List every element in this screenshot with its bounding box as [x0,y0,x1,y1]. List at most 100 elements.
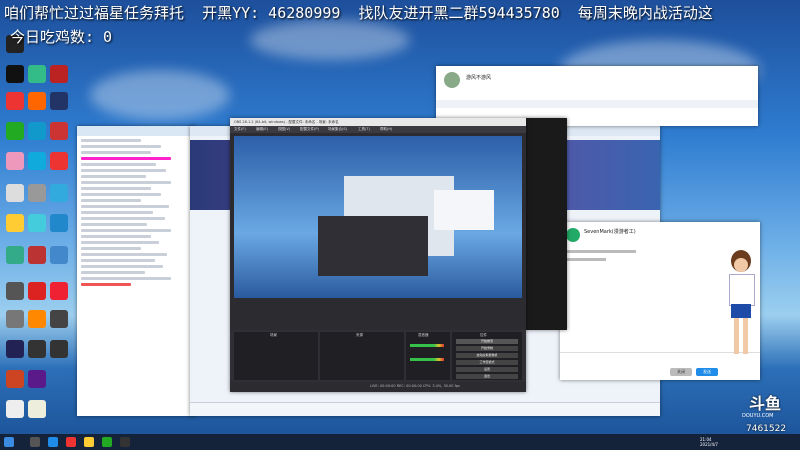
obs-controls-panel[interactable]: 控件 开始推流 开始录制 启动虚拟摄像机 工作室模式 设置 退出 [452,332,522,380]
qq-group-window[interactable] [77,126,195,416]
virtual-camera-button[interactable]: 启动虚拟摄像机 [456,353,518,358]
obs-menu-profile[interactable]: 配置文件(P) [300,127,319,132]
chat-contact-name: SevenMark(漫游者工) [584,229,636,235]
desktop-icon-26[interactable] [50,65,68,83]
desktop-icon-29[interactable] [50,152,68,170]
audio-meter-2 [410,358,444,361]
obs-menu-tools[interactable]: 工具(T) [358,127,370,132]
obs-menubar[interactable]: 文件(F) 编辑(E) 视图(V) 配置文件(P) 场景集合(S) 工具(T) … [230,126,526,133]
chat-line [566,250,636,253]
stream-marquee: 咱们帮忙过过福星任务拜托 开黑YY: 46280999 找队友进开黑二群5944… [4,4,713,22]
obs-menu-view[interactable]: 视图(V) [278,127,290,132]
desktop-icon-33[interactable] [50,282,68,300]
group-list-line [81,145,161,148]
obs-status-bar: LIVE: 00:00:00 REC: 00:00:00 CPU: 3.4%, … [370,384,460,388]
obs-preview[interactable] [234,136,522,298]
group-list-line [81,151,151,154]
viewer-count: 7461522 [746,424,787,434]
chat-avatar[interactable] [566,228,580,242]
desktop-icon-7[interactable] [6,214,24,232]
desktop-icon-13[interactable] [6,400,24,418]
group-list-line [81,163,156,166]
qq-main-footer [190,402,660,416]
taskbar-date[interactable]: 2021/4/7 [700,442,718,447]
desktop-icon-25[interactable] [28,400,46,418]
group-list-line [81,181,171,184]
desktop-icon-9[interactable] [6,282,24,300]
taskbar-app-icon[interactable] [30,437,40,447]
group-list-line [81,187,151,190]
desktop-icon-14[interactable] [28,65,46,83]
chat-line [566,258,606,261]
close-button[interactable]: 关闭 [670,368,692,376]
studio-mode-button[interactable]: 工作室模式 [456,360,518,365]
douyu-logo: 斗鱼 [748,394,781,413]
desktop-icon-27[interactable] [50,92,68,110]
desktop-icon-2[interactable] [6,65,24,83]
desktop-icon-17[interactable] [28,152,46,170]
desktop-icon-20[interactable] [28,246,46,264]
taskbar-app-icon[interactable] [120,437,130,447]
taskbar-app-icon[interactable] [66,437,76,447]
desktop-icon-3[interactable] [6,92,24,110]
obs-sources-panel[interactable]: 来源 [320,332,404,380]
taskbar-app-icon[interactable] [102,437,112,447]
desktop-icon-32[interactable] [50,246,68,264]
group-list-line [81,199,141,202]
qq-group-titlebar[interactable] [77,126,195,136]
obs-menu-file[interactable]: 文件(F) [234,127,246,132]
group-list-line [81,241,159,244]
settings-button[interactable]: 设置 [456,367,518,372]
group-list-line [81,211,153,214]
obs-scenes-panel[interactable]: 场景 [234,332,318,380]
group-list-line [81,229,171,232]
desktop-icon-8[interactable] [6,246,24,264]
obs-titlebar[interactable]: OBS 26.1.2 (64-bit, windows) - 配置文件: 未命名… [230,118,526,126]
preview-nested-profile [434,190,494,230]
group-list-line [81,277,171,280]
desktop-icon-24[interactable] [28,370,46,388]
start-streaming-button[interactable]: 开始推流 [456,339,518,344]
obs-mixer-panel[interactable]: 混音器 [406,332,450,380]
small-dark-window[interactable] [525,118,567,330]
start-recording-button[interactable]: 开始录制 [456,346,518,351]
group-list-line [81,247,141,250]
desktop-icon-30[interactable] [50,184,68,202]
desktop-icon-11[interactable] [6,340,24,358]
obs-controls-label: 控件 [480,333,487,337]
group-list-line [81,139,141,142]
desktop-icon-31[interactable] [50,214,68,232]
profile-avatar[interactable] [444,72,460,88]
desktop-icon-6[interactable] [6,184,24,202]
start-icon[interactable] [4,437,14,447]
send-button[interactable]: 发送 [696,368,718,376]
desktop-icon-21[interactable] [28,282,46,300]
group-list-line [81,193,161,196]
group-list-line-highlight [81,157,171,160]
desktop-icon-15[interactable] [28,92,46,110]
desktop-icon-34[interactable] [50,310,68,328]
profile-tabs[interactable] [436,100,758,108]
obs-window[interactable]: OBS 26.1.2 (64-bit, windows) - 配置文件: 未命名… [230,118,526,392]
taskbar-app-icon[interactable] [48,437,58,447]
qq-profile-window[interactable]: 游风不游风 [436,66,758,126]
desktop-icon-16[interactable] [28,122,46,140]
desktop-icon-23[interactable] [28,340,46,358]
desktop-icon-12[interactable] [6,370,24,388]
obs-menu-scene-collection[interactable]: 场景集合(S) [328,127,347,132]
taskbar-app-icon[interactable] [84,437,94,447]
obs-scenes-label: 场景 [270,333,277,337]
obs-menu-help[interactable]: 帮助(H) [380,127,392,132]
audio-meter-1 [410,344,444,347]
desktop-icon-18[interactable] [28,184,46,202]
obs-menu-edit[interactable]: 编辑(E) [256,127,268,132]
desktop-icon-28[interactable] [50,122,68,140]
desktop-icon-5[interactable] [6,152,24,170]
desktop-icon-19[interactable] [28,214,46,232]
obs-docks: 场景 来源 混音器 控件 开始推流 开始录制 启动虚拟摄像机 工作室模式 设置 … [230,330,526,382]
desktop-icon-35[interactable] [50,340,68,358]
desktop-icon-22[interactable] [28,310,46,328]
desktop-icon-4[interactable] [6,122,24,140]
exit-button[interactable]: 退出 [456,374,518,379]
desktop-icon-10[interactable] [6,310,24,328]
